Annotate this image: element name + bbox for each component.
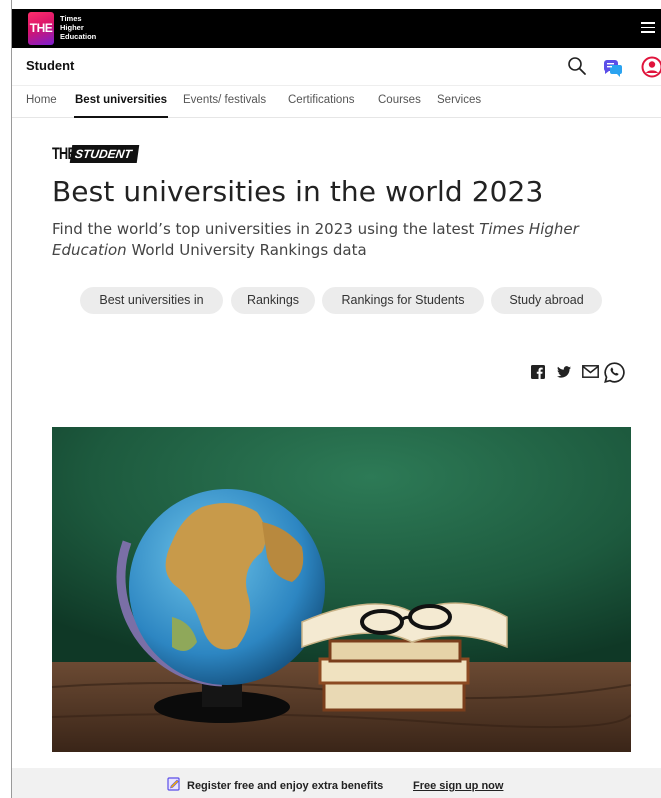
email-icon[interactable] — [582, 365, 599, 378]
page-subtitle: Find the world’s top universities in 202… — [52, 220, 579, 259]
register-text: Register free and enjoy extra benefits — [187, 780, 384, 792]
logo-line-higher: Higher — [60, 23, 84, 32]
chip-rankings-for-students[interactable]: Rankings for Students — [322, 287, 484, 314]
section-label[interactable]: Student — [26, 58, 74, 73]
brand-student: STUDENT — [69, 145, 139, 163]
register-banner: Register free and enjoy extra benefits F… — [12, 768, 661, 798]
nav-item-home[interactable]: Home — [26, 94, 57, 106]
nav-item-events-festivals[interactable]: Events/ festivals — [183, 94, 266, 106]
facebook-icon[interactable] — [531, 365, 545, 379]
chip-best-universities-in[interactable]: Best universities in — [80, 287, 223, 314]
nav-item-services[interactable]: Services — [437, 94, 481, 106]
page-title: Best universities in the world 2023 — [52, 175, 544, 208]
hero-image-globe-books — [52, 427, 631, 752]
student-bar: Student — [12, 48, 661, 86]
nav-item-best-universities[interactable]: Best universities — [75, 94, 167, 106]
user-account-icon[interactable] — [641, 56, 661, 78]
twitter-icon[interactable] — [557, 366, 571, 378]
logo-line-education: Education — [60, 32, 97, 41]
chat-icon[interactable] — [601, 56, 623, 78]
chip-rankings[interactable]: Rankings — [231, 287, 315, 314]
active-tab-indicator — [74, 116, 168, 118]
whatsapp-icon[interactable] — [604, 362, 625, 383]
logo-line-times: Times — [60, 14, 82, 23]
free-sign-up-link[interactable]: Free sign up now — [413, 780, 503, 792]
page-gutter — [11, 0, 12, 798]
nav-item-certifications[interactable]: Certifications — [288, 94, 354, 106]
search-icon[interactable] — [567, 56, 587, 76]
edit-note-icon — [167, 777, 180, 791]
logo-wordmark[interactable]: Times Higher Education — [60, 14, 96, 41]
hamburger-menu-icon[interactable] — [641, 22, 655, 34]
main-nav: Home Best universities Events/ festivals… — [12, 86, 661, 118]
brand-the: THE — [52, 144, 76, 163]
chip-study-abroad[interactable]: Study abroad — [491, 287, 602, 314]
top-header: THE Times Higher Education — [12, 9, 661, 48]
nav-item-courses[interactable]: Courses — [378, 94, 421, 106]
the-logo[interactable]: THE — [28, 12, 54, 45]
the-student-brand-logo: THESTUDENT — [52, 144, 139, 164]
